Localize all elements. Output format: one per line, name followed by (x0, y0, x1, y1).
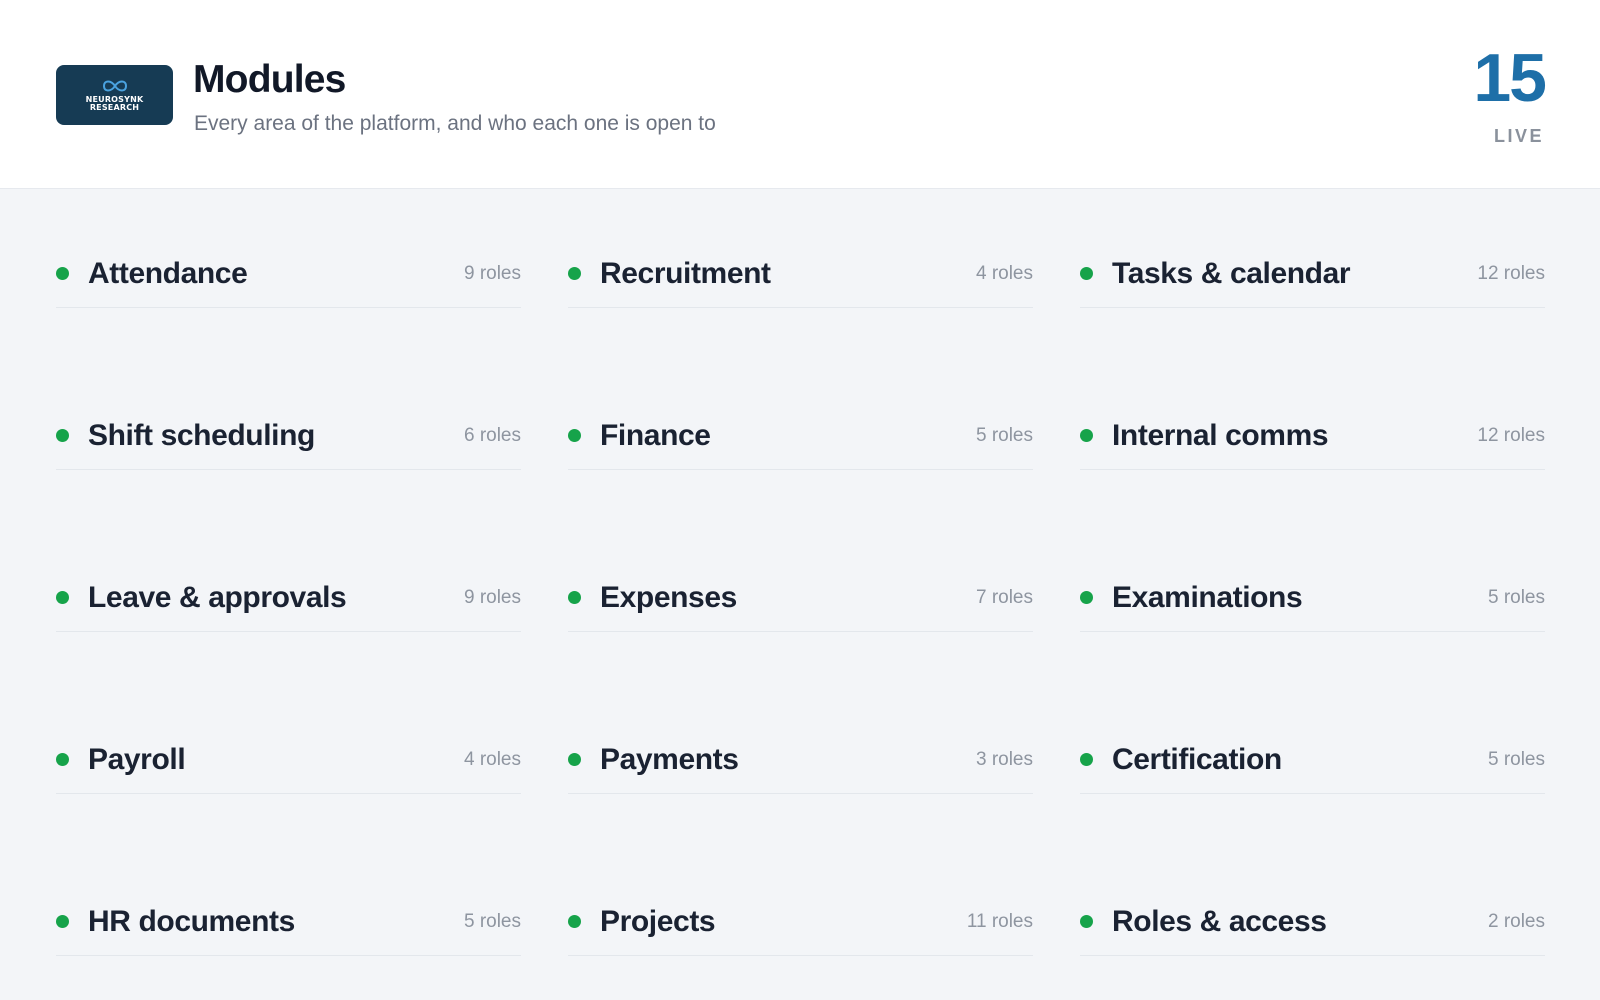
module-name: Expenses (600, 580, 737, 614)
module-item[interactable]: Expenses 7 roles (568, 564, 1033, 632)
status-dot (568, 753, 581, 766)
modules-grid: Attendance 9 roles Recruitment 4 roles T… (56, 240, 1545, 1000)
module-item[interactable]: Internal comms 12 roles (1080, 402, 1545, 470)
module-role-count: 3 roles (975, 748, 1033, 770)
status-dot (1080, 429, 1093, 442)
status-dot (568, 591, 581, 604)
module-item[interactable]: Recruitment 4 roles (568, 240, 1033, 308)
module-name: Projects (600, 904, 716, 938)
module-role-count: 7 roles (975, 586, 1033, 608)
module-role-count: 9 roles (463, 262, 521, 284)
module-role-count: 6 roles (463, 424, 521, 446)
company-logo: NEUROSYNK RESEARCH (56, 65, 173, 125)
module-role-count: 4 roles (975, 262, 1033, 284)
modules-page: NEUROSYNK RESEARCH Modules Every area of… (0, 0, 1600, 1000)
module-role-count: 5 roles (1487, 748, 1545, 770)
status-dot (568, 915, 581, 928)
module-role-count: 2 roles (1487, 910, 1545, 932)
module-name: Shift scheduling (88, 418, 315, 452)
module-item[interactable]: HR documents 5 roles (56, 888, 521, 956)
module-role-count: 9 roles (463, 586, 521, 608)
status-dot (56, 591, 69, 604)
module-item[interactable]: Projects 11 roles (568, 888, 1033, 956)
status-dot (56, 753, 69, 766)
module-name: Attendance (88, 256, 248, 290)
module-name: Payments (600, 742, 739, 776)
status-dot (56, 429, 69, 442)
status-dot (56, 267, 69, 280)
module-name: Internal comms (1112, 418, 1329, 452)
status-dot (1080, 267, 1093, 280)
live-count-label: LIVE (1493, 126, 1544, 146)
module-name: Certification (1112, 742, 1282, 776)
module-name: Payroll (88, 742, 186, 776)
module-role-count: 5 roles (463, 910, 521, 932)
module-name: Tasks & calendar (1112, 256, 1351, 290)
page-subtitle: Every area of the platform, and who each… (194, 112, 716, 135)
logo-text-line2: RESEARCH (89, 102, 140, 112)
status-dot (1080, 591, 1093, 604)
module-role-count: 4 roles (463, 748, 521, 770)
status-dot (1080, 753, 1093, 766)
module-item[interactable]: Payroll 4 roles (56, 726, 521, 794)
page-header: NEUROSYNK RESEARCH Modules Every area of… (0, 0, 1600, 189)
module-item[interactable]: Tasks & calendar 12 roles (1080, 240, 1545, 308)
page-title: Modules (193, 58, 346, 101)
module-name: Leave & approvals (88, 580, 347, 614)
module-role-count: 12 roles (1477, 424, 1545, 446)
module-item[interactable]: Roles & access 2 roles (1080, 888, 1545, 956)
module-item[interactable]: Finance 5 roles (568, 402, 1033, 470)
status-dot (56, 915, 69, 928)
module-name: Recruitment (600, 256, 771, 290)
module-role-count: 12 roles (1477, 262, 1545, 284)
module-role-count: 5 roles (975, 424, 1033, 446)
module-item[interactable]: Payments 3 roles (568, 726, 1033, 794)
infinity-icon (102, 80, 127, 91)
status-dot (568, 267, 581, 280)
module-item[interactable]: Certification 5 roles (1080, 726, 1545, 794)
module-item[interactable]: Shift scheduling 6 roles (56, 402, 521, 470)
module-item[interactable]: Attendance 9 roles (56, 240, 521, 308)
module-role-count: 11 roles (966, 910, 1033, 932)
module-name: Finance (600, 418, 711, 452)
status-dot (568, 429, 581, 442)
live-count: 15 (1473, 40, 1547, 116)
module-item[interactable]: Examinations 5 roles (1080, 564, 1545, 632)
status-dot (1080, 915, 1093, 928)
module-item[interactable]: Leave & approvals 9 roles (56, 564, 521, 632)
module-role-count: 5 roles (1487, 586, 1545, 608)
module-name: Examinations (1112, 580, 1303, 614)
module-name: HR documents (88, 904, 295, 938)
module-name: Roles & access (1112, 904, 1327, 938)
